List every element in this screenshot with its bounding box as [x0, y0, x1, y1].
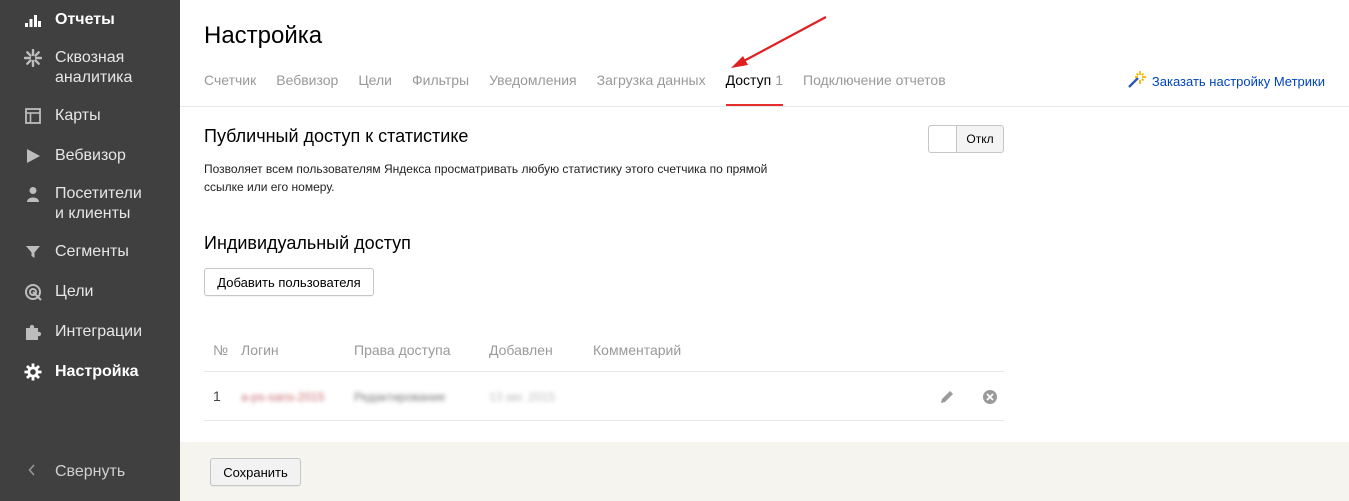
asterisk-icon	[24, 49, 42, 67]
tab-access-count: 1	[775, 72, 783, 88]
tab-data-upload[interactable]: Загрузка данных	[597, 70, 706, 106]
sidebar-item-webvisor[interactable]: Вебвизор	[0, 146, 180, 166]
public-access-title: Публичный доступ к статистике	[204, 126, 469, 146]
tab-counter[interactable]: Счетчик	[204, 70, 256, 106]
table-row-divider	[204, 420, 1004, 421]
add-user-button[interactable]: Добавить пользователя	[204, 268, 374, 296]
toggle-knob	[929, 126, 957, 152]
sidebar-item-label: Сегменты	[55, 243, 129, 260]
chevron-left-icon	[28, 463, 38, 481]
sidebar-item-label: Отчеты	[55, 11, 115, 28]
sidebar-item-goals[interactable]: Цели	[0, 282, 180, 302]
tab-report-connection[interactable]: Подключение отчетов	[803, 70, 946, 106]
tab-access-label: Доступ	[725, 72, 772, 88]
sidebar-item-reports[interactable]: Отчеты	[0, 10, 180, 30]
public-access-description: Позволяет всем пользователям Яндекса про…	[204, 162, 768, 194]
sidebar-item-label: Интеграции	[55, 323, 143, 340]
puzzle-icon	[24, 323, 42, 341]
column-header-login: Логин	[241, 342, 279, 358]
play-icon	[24, 147, 42, 165]
sidebar-collapse-label: Свернуть	[55, 463, 126, 480]
toggle-state-label: Откл	[966, 132, 994, 146]
remove-icon[interactable]	[982, 389, 998, 410]
target-icon	[24, 283, 42, 301]
tab-filters[interactable]: Фильтры	[412, 70, 469, 106]
tab-webvisor[interactable]: Вебвизор	[276, 70, 338, 106]
sidebar-item-label: Вебвизор	[55, 147, 126, 164]
order-setup-label: Заказать настройку Метрики	[1151, 74, 1325, 89]
sidebar-item-settings[interactable]: Настройка	[0, 362, 180, 382]
sidebar-item-visitors[interactable]: Посетители и клиенты	[0, 184, 180, 224]
sidebar-item-label: Карты	[55, 107, 101, 124]
tab-access[interactable]: Доступ 1	[725, 70, 784, 106]
funnel-icon	[24, 243, 42, 261]
row-rights: Редактирование	[354, 390, 446, 404]
page-title: Настройка	[204, 22, 323, 49]
order-setup-link[interactable]: Заказать настройку Метрики	[1126, 69, 1325, 94]
public-access-toggle[interactable]: Откл	[928, 125, 1004, 153]
main-content: Настройка Счетчик Вебвизор Цели Фильтры …	[180, 0, 1349, 501]
gear-icon	[24, 363, 42, 381]
sidebar-item-label: Цели	[55, 283, 94, 300]
person-icon	[24, 185, 42, 203]
sidebar-collapse-button[interactable]: Свернуть	[0, 463, 180, 481]
tab-notifications[interactable]: Уведомления	[489, 70, 577, 106]
magic-wand-icon	[1126, 69, 1148, 94]
row-added: 13 авг. 2015	[489, 390, 556, 404]
sidebar-item-label: Сквозная аналитика	[55, 49, 133, 86]
row-login: a-ps-sans-2015	[241, 390, 325, 404]
pencil-icon[interactable]	[939, 389, 955, 410]
footer-bar: Сохранить	[180, 442, 1349, 501]
map-icon	[24, 107, 42, 125]
sidebar-item-label: Посетители и клиенты	[55, 185, 142, 222]
sidebar: Отчеты Сквозная аналитика Карты Вебвизор…	[0, 0, 180, 501]
tab-goals[interactable]: Цели	[358, 70, 392, 106]
save-button[interactable]: Сохранить	[210, 458, 301, 486]
row-number: 1	[213, 388, 221, 404]
settings-tabs: Счетчик Вебвизор Цели Фильтры Уведомлени…	[204, 70, 966, 106]
individual-access-title: Индивидуальный доступ	[204, 233, 411, 253]
tabs-divider	[180, 106, 1349, 107]
bar-chart-icon	[24, 11, 42, 29]
column-header-added: Добавлен	[489, 342, 553, 358]
column-header-comment: Комментарий	[593, 342, 682, 358]
sidebar-item-maps[interactable]: Карты	[0, 106, 180, 126]
column-header-rights: Права доступа	[354, 342, 451, 358]
sidebar-item-label: Настройка	[55, 363, 139, 380]
sidebar-item-end-to-end-analytics[interactable]: Сквозная аналитика	[0, 48, 180, 88]
column-header-number: №	[213, 342, 229, 358]
sidebar-item-segments[interactable]: Сегменты	[0, 242, 180, 262]
table-header-divider	[204, 371, 1004, 372]
sidebar-item-integrations[interactable]: Интеграции	[0, 322, 180, 342]
